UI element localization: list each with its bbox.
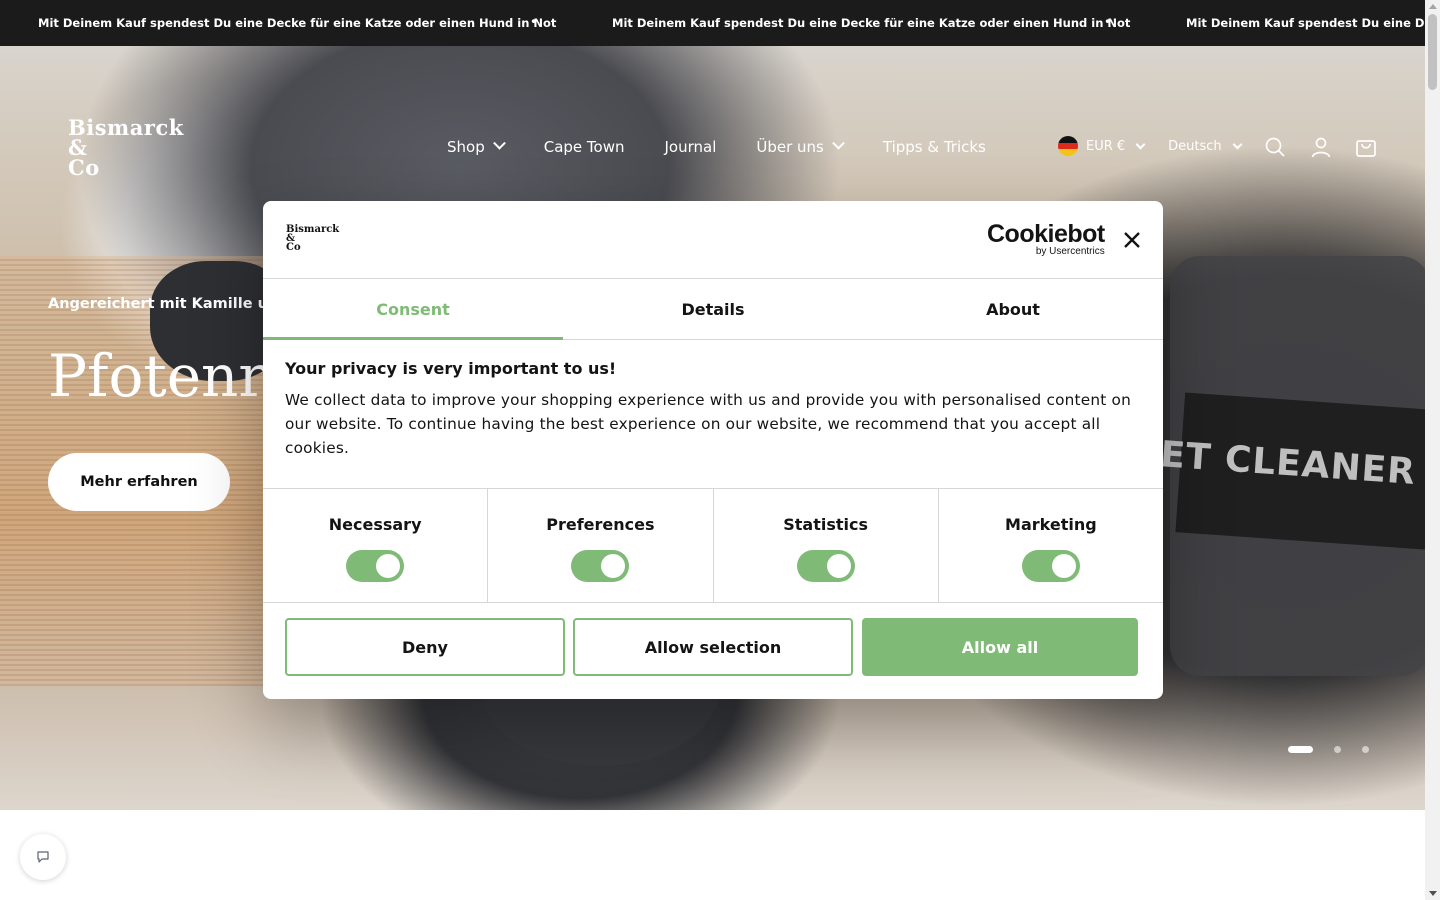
hero-cta-button[interactable]: Mehr erfahren [48, 453, 230, 511]
currency-selector[interactable]: EUR € [1058, 136, 1146, 156]
dialog-site-logo: Bismarck & Co [286, 225, 339, 253]
language-label: Deutsch [1168, 138, 1222, 154]
category-necessary: Necessary [263, 489, 489, 602]
germany-flag-icon [1058, 136, 1078, 156]
nav-item-ueber-uns[interactable]: Über uns [756, 136, 845, 156]
nav-label: Tipps & Tricks [882, 138, 986, 156]
preferences-toggle[interactable] [571, 550, 630, 582]
cart-icon[interactable] [1355, 136, 1377, 158]
scroll-thumb[interactable] [1428, 14, 1437, 90]
allow-selection-button[interactable]: Allow selection [573, 618, 853, 676]
currency-label: EUR € [1086, 138, 1126, 154]
scroll-up-arrow-icon[interactable] [1429, 4, 1437, 9]
announcement-text: Mit Deinem Kauf spendest Du eine Decke f… [38, 16, 557, 30]
cookiebot-logo[interactable]: Cookiebot by Usercentrics [987, 221, 1105, 257]
nav-label: Shop [447, 138, 485, 156]
logo-line: Co [68, 155, 100, 180]
chat-button[interactable] [20, 834, 66, 880]
site-logo[interactable]: Bismarck & Co [68, 117, 183, 180]
nav-label: Cape Town [543, 138, 625, 156]
language-selector[interactable]: Deutsch [1168, 138, 1243, 154]
slide-dot[interactable] [1362, 746, 1369, 753]
chevron-down-icon [832, 136, 845, 150]
nav-item-tipps-tricks[interactable]: Tipps & Tricks [883, 138, 986, 156]
announcement-bar: Mit Deinem Kauf spendest Du eine Decke f… [0, 0, 1425, 46]
chevron-down-icon [1135, 139, 1146, 149]
scroll-down-arrow-icon[interactable] [1429, 891, 1437, 896]
marketing-toggle[interactable] [1021, 550, 1080, 582]
cookiebot-subtitle: by Usercentrics [1035, 246, 1105, 257]
announcement-text: Mit Deinem Kauf spendest Du eine Decke f… [612, 16, 1131, 30]
tab-consent[interactable]: Consent [263, 279, 563, 340]
dialog-description: We collect data to improve your shopping… [285, 391, 1131, 457]
dialog-tabs: Consent Details About [263, 279, 1163, 340]
dialog-actions: Deny Allow selection Allow all [285, 618, 1141, 676]
logo-line: Co [286, 242, 301, 253]
allow-all-button[interactable]: Allow all [862, 618, 1138, 676]
nav-item-journal[interactable]: Journal [664, 138, 716, 156]
category-label: Preferences [546, 515, 655, 534]
announcement-separator: • [530, 15, 538, 29]
chevron-down-icon [492, 136, 506, 150]
category-label: Necessary [328, 515, 422, 534]
deny-button[interactable]: Deny [285, 618, 565, 676]
slide-dot[interactable] [1334, 746, 1341, 753]
account-icon[interactable] [1310, 136, 1332, 158]
close-icon[interactable] [1121, 229, 1143, 251]
cookiebot-wordmark: Cookiebot [987, 220, 1105, 248]
cookie-categories: Necessary Preferences Statistics Marketi… [263, 488, 1163, 603]
category-label: Marketing [1005, 515, 1097, 534]
category-statistics: Statistics [714, 489, 939, 602]
dialog-heading: Your privacy is very important to us! [285, 359, 617, 378]
main-nav: Shop Cape Town Journal Über uns Tipps & … [447, 135, 1026, 159]
chat-icon [37, 851, 49, 863]
statistics-toggle[interactable] [796, 550, 855, 582]
necessary-toggle[interactable] [346, 550, 405, 582]
announcement-separator: • [1104, 15, 1112, 29]
category-marketing: Marketing [939, 489, 1163, 602]
header-utilities: EUR € Deutsch [1058, 134, 1243, 158]
slideshow-dots [1288, 746, 1369, 753]
category-label: Statistics [783, 515, 868, 534]
nav-item-shop[interactable]: Shop [447, 136, 506, 156]
nav-label: Über uns [756, 138, 824, 156]
dialog-header: Bismarck & Co Cookiebot by Usercentrics [263, 201, 1163, 279]
cookie-consent-dialog: Bismarck & Co Cookiebot by Usercentrics … [263, 201, 1163, 699]
nav-item-cape-town[interactable]: Cape Town [544, 138, 625, 156]
dialog-body: Your privacy is very important to us! We… [285, 359, 1145, 460]
search-icon[interactable] [1264, 136, 1286, 158]
announcement-text: Mit Deinem Kauf spendest Du eine Decke f… [1186, 16, 1425, 30]
tab-about[interactable]: About [863, 279, 1163, 339]
category-preferences: Preferences [488, 489, 714, 602]
nav-label: Journal [664, 138, 717, 156]
page-scrollbar[interactable] [1425, 0, 1440, 900]
tab-details[interactable]: Details [563, 279, 863, 339]
slide-dot-active[interactable] [1288, 746, 1313, 753]
chevron-down-icon [1232, 139, 1243, 149]
